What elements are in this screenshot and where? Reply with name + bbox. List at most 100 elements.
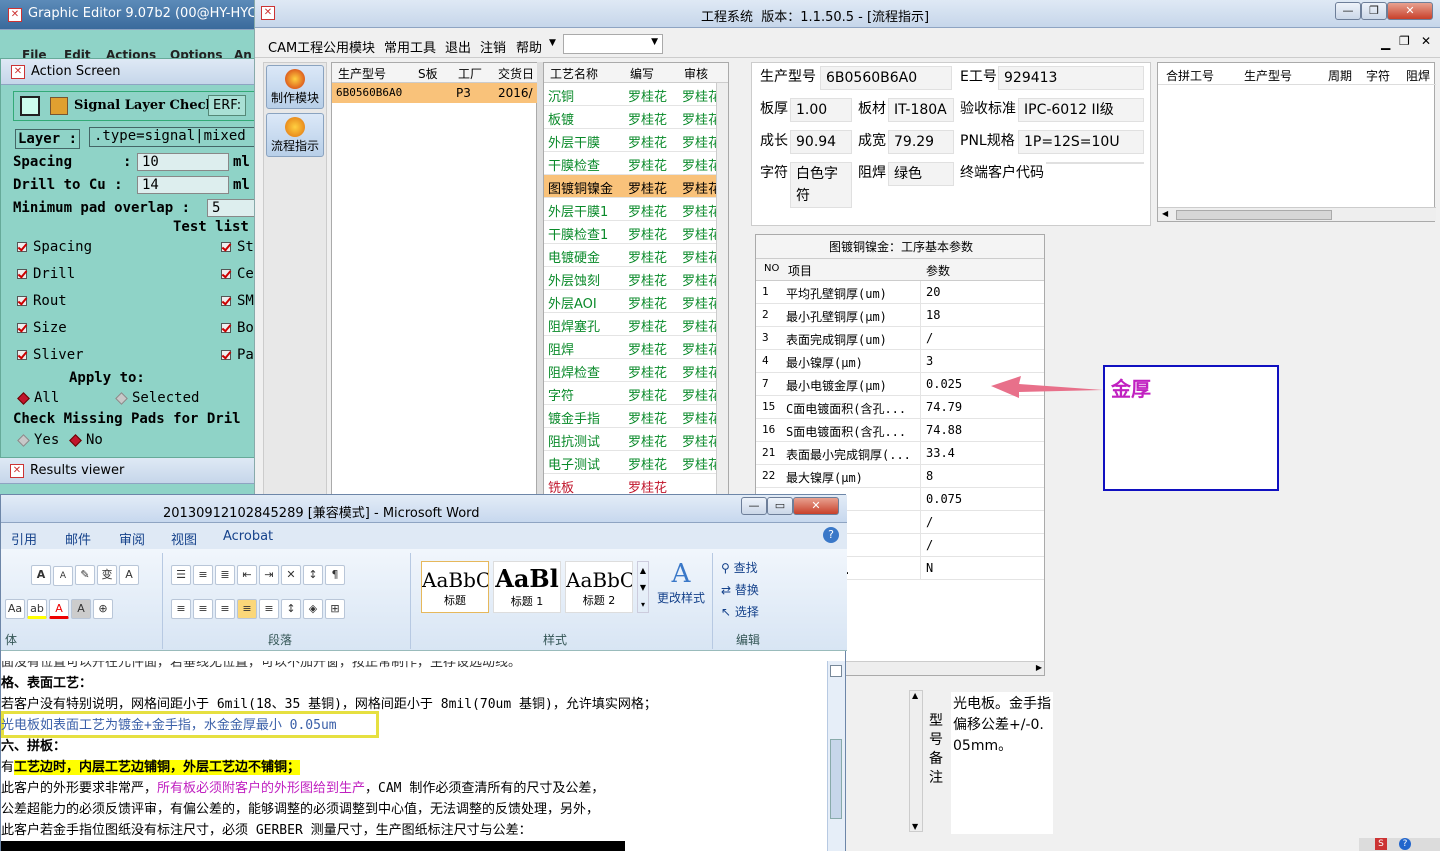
param-row[interactable]: 22 最大镍厚(μm) 8 [756, 465, 1044, 488]
thickness-field[interactable]: 1.00 [790, 98, 852, 122]
process-scrollbar[interactable] [716, 83, 728, 501]
scroll-up-icon[interactable]: ▲ [912, 691, 918, 700]
col-writer[interactable]: 编写 [630, 65, 654, 82]
align-center-icon[interactable]: ≡ [193, 599, 213, 619]
process-row[interactable]: 电子测试 罗桂花 罗桂花 [544, 451, 721, 474]
style-heading[interactable]: AaBbC 标题 [421, 561, 489, 613]
scroll-thumb[interactable] [1176, 210, 1332, 220]
make-module-button[interactable]: 制作模块 [266, 65, 324, 109]
process-row[interactable]: 沉铜 罗桂花 罗桂花 [544, 83, 721, 106]
menu-exit[interactable]: 退出 [445, 37, 471, 56]
col-s-board[interactable]: S板 [418, 65, 438, 82]
col-merge-no[interactable]: 合拼工号 [1166, 67, 1214, 84]
word-titlebar[interactable]: 20130912102845289 [兼容模式] - Microsoft Wor… [1, 495, 847, 523]
scroll-thumb[interactable] [830, 739, 842, 819]
highlight-icon[interactable]: ab [27, 599, 47, 619]
char-border-icon[interactable]: A [119, 565, 139, 585]
select-button[interactable]: ↖ 选择 [721, 603, 759, 620]
results-viewer-titlebar[interactable]: ✕ Results viewer [0, 458, 258, 484]
process-row[interactable]: 阻焊 罗桂花 罗桂花 [544, 336, 721, 359]
action-screen-titlebar[interactable]: ✕ Action Screen [1, 59, 259, 85]
spacing-input[interactable]: 10 [137, 153, 229, 171]
process-guide-button[interactable]: 流程指示 [266, 113, 324, 157]
doc-line[interactable]: 面没有位置可以开在元件面，若垂线无位置，可以不加开窗，按正常制作，生存设选动线。 [1, 661, 521, 673]
decrease-indent-icon[interactable]: ⇤ [237, 565, 257, 585]
graphic-editor-titlebar[interactable]: ✕ Graphic Editor 9.07b2 (00@HY-HYCAM [0, 0, 277, 30]
shrink-font-icon[interactable]: A [53, 566, 73, 586]
process-row[interactable]: 外层AOI 罗桂花 罗桂花 [544, 290, 721, 313]
param-row[interactable]: 16 S面电镀面积(含孔... 74.88 [756, 419, 1044, 442]
eng-minimize-button[interactable]: — [1335, 2, 1361, 20]
process-row[interactable]: 字符 罗桂花 罗桂花 [544, 382, 721, 405]
change-case-icon[interactable]: Aa [5, 599, 25, 619]
align-right-icon[interactable]: ≡ [215, 599, 235, 619]
drill-input[interactable]: 14 [137, 176, 229, 194]
scroll-down-icon[interactable]: ▼ [912, 822, 918, 831]
col-reviewer[interactable]: 审核 [684, 65, 708, 82]
word-minimize-button[interactable]: — [741, 497, 767, 515]
process-row[interactable]: 图镀铜镍金 罗桂花 罗桂花 [544, 175, 721, 198]
help-dropdown-icon[interactable]: ▼ [549, 38, 556, 48]
grow-font-icon[interactable]: A [31, 565, 51, 585]
apply-all-radio[interactable]: All [17, 390, 59, 406]
soldermask-field[interactable]: 绿色 [888, 162, 954, 186]
test-spacing[interactable]: Spacing [17, 239, 127, 266]
e-number-field[interactable]: 929413 [998, 66, 1144, 90]
mdi-restore-icon[interactable]: ❐ [1399, 34, 1410, 48]
menu-cam-project[interactable]: CAM工程 [268, 37, 323, 56]
eng-maximize-button[interactable]: ❐ [1361, 2, 1387, 20]
tray-s-icon[interactable]: S [1375, 838, 1387, 850]
font-color-icon[interactable]: A [49, 599, 69, 619]
menu-file[interactable]: File [22, 48, 47, 58]
styles-more-icon[interactable]: ▲ ▼ ▾ [637, 561, 649, 613]
col-factory[interactable]: 工厂 [458, 65, 482, 82]
test-drill[interactable]: Drill [17, 266, 127, 293]
test-size[interactable]: Size [17, 320, 127, 347]
doc-line[interactable]: 有工艺边时，内层工艺边铺铜，外层工艺边不铺铜； [1, 757, 301, 778]
word-close-button[interactable]: ✕ [793, 497, 839, 515]
doc-heading[interactable]: 格、表面工艺： [1, 673, 92, 694]
col-merge-model[interactable]: 生产型号 [1244, 67, 1292, 84]
tab-mailings[interactable]: 邮件 [65, 529, 91, 548]
style-heading-1[interactable]: AaBl 标题 1 [493, 561, 561, 613]
menu-common-modules[interactable]: 公用模块 [323, 37, 375, 56]
style-heading-2[interactable]: AaBbC 标题 2 [565, 561, 633, 613]
word-vscroll[interactable] [827, 661, 845, 851]
eng-titlebar[interactable]: ✕ 工程系统 版本：1.1.50.5 - [流程指示] — ❐ ✕ [255, 0, 1440, 28]
menu-logout[interactable]: 注销 [480, 37, 506, 56]
remark-scrollbar[interactable]: ▲ ▼ [909, 690, 923, 832]
process-row[interactable]: 干膜检查 罗桂花 罗桂花 [544, 152, 721, 175]
process-row[interactable]: 阻焊检查 罗桂花 罗桂花 [544, 359, 721, 382]
merge-hscroll[interactable]: ◀ [1158, 207, 1436, 221]
tab-references[interactable]: 引用 [11, 529, 37, 548]
justify-icon[interactable]: ≡ [237, 599, 257, 619]
param-row[interactable]: 4 最小镍厚(μm) 3 [756, 350, 1044, 373]
enclose-char-icon[interactable]: ⊕ [93, 599, 113, 619]
word-maximize-button[interactable]: ▭ [767, 497, 793, 515]
menu-an[interactable]: An [234, 48, 252, 58]
pnl-field[interactable]: 1P=12S=10U [1018, 130, 1144, 154]
numbering-icon[interactable]: ≡ [193, 565, 213, 585]
doc-heading[interactable]: 六、拼板： [1, 736, 66, 757]
increase-indent-icon[interactable]: ⇥ [259, 565, 279, 585]
menu-help[interactable]: 帮助 [516, 37, 542, 56]
col-merge-char[interactable]: 字符 [1366, 67, 1390, 84]
change-styles-button[interactable]: A 更改样式 [653, 559, 709, 606]
missing-yes-radio[interactable]: Yes [17, 432, 59, 448]
doc-line[interactable]: 此客户的外形要求非常严，所有板必须附客户的外形图给到生产，CAM 制作必须查清所… [1, 778, 604, 799]
tab-view[interactable]: 视图 [171, 529, 197, 548]
col-item[interactable]: 项目 [788, 262, 812, 279]
borders-icon[interactable]: ⊞ [325, 599, 345, 619]
process-row[interactable]: 镀金手指 罗桂花 罗桂花 [544, 405, 721, 428]
process-row[interactable]: 板镀 罗桂花 罗桂花 [544, 106, 721, 129]
overlap-input[interactable]: 5 [207, 199, 257, 217]
process-row[interactable]: 阻抗测试 罗桂花 罗桂花 [544, 428, 721, 451]
mdi-close-icon[interactable]: ✕ [1421, 34, 1431, 48]
process-row[interactable]: 电镀硬金 罗桂花 罗桂花 [544, 244, 721, 267]
col-merge-cycle[interactable]: 周期 [1328, 67, 1352, 84]
apply-selected-radio[interactable]: Selected [115, 390, 199, 406]
col-merge-sm[interactable]: 阻焊 [1406, 67, 1430, 84]
asian-layout-icon[interactable]: ✕ [281, 565, 301, 585]
col-process-name[interactable]: 工艺名称 [550, 65, 598, 82]
param-row[interactable]: 21 表面最小完成铜厚(... 33.4 [756, 442, 1044, 465]
